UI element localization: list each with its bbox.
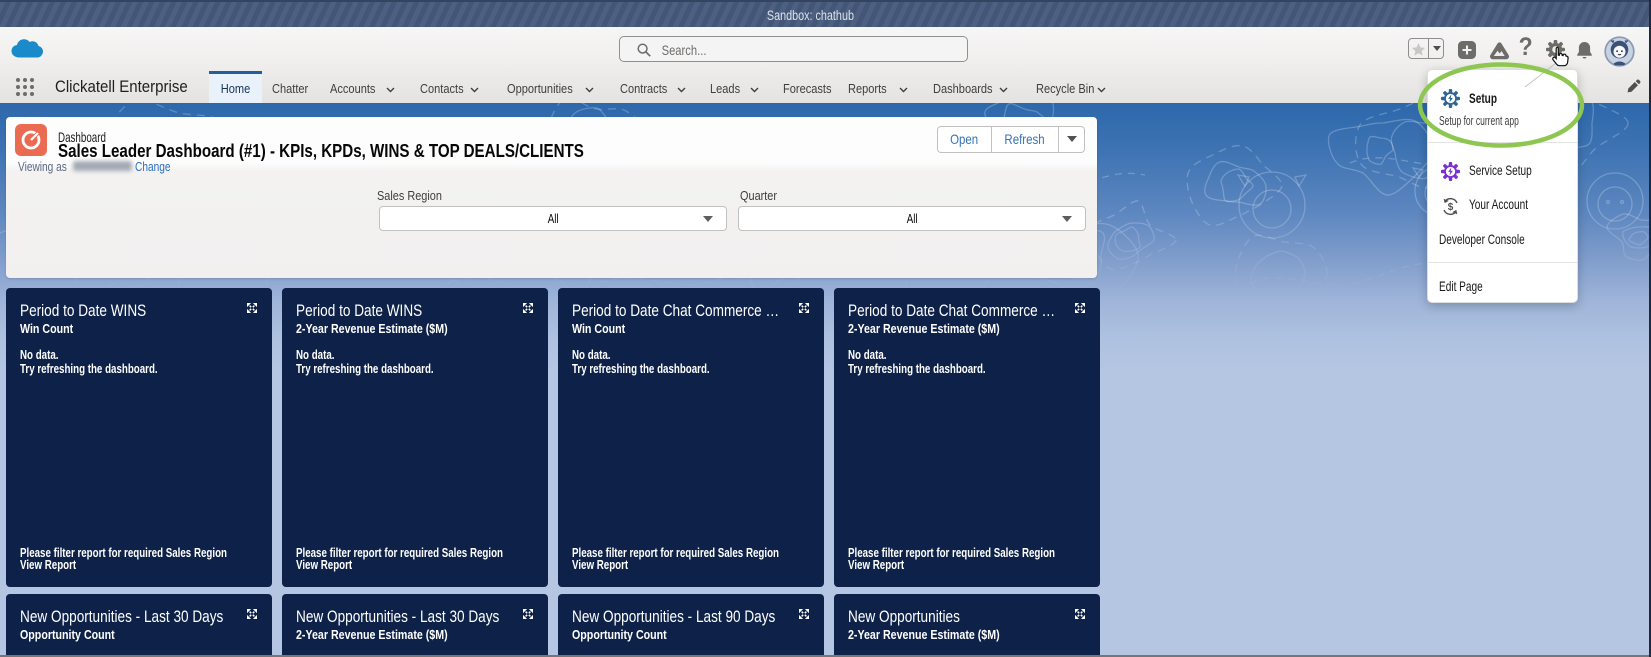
svg-text:$: $ [1448, 202, 1454, 213]
